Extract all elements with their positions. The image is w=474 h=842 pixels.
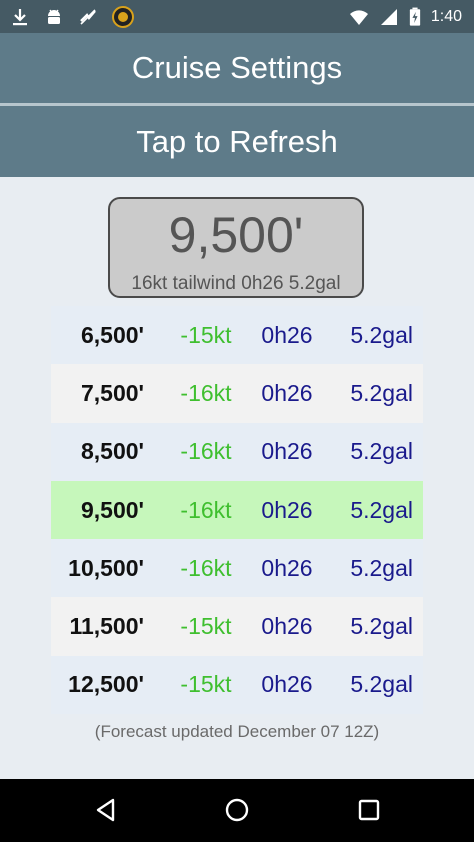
signal-icon	[380, 9, 397, 25]
time-cell: 0h26	[261, 438, 313, 465]
fuel-cell: 5.2gal	[350, 613, 413, 640]
table-row[interactable]: 6,500' -15kt 0h26 5.2gal	[51, 306, 423, 365]
altitude-cell: 12,500'	[68, 671, 144, 698]
altitude-cell: 8,500'	[80, 438, 144, 465]
altitude-cell: 9,500'	[80, 496, 144, 523]
table-row[interactable]: 12,500' -15kt 0h26 5.2gal	[51, 655, 423, 715]
recents-icon[interactable]	[356, 797, 382, 823]
wind-cell: -16kt	[180, 496, 232, 523]
status-bar: 1:40	[0, 0, 474, 33]
selected-altitude: 9,500'	[168, 207, 304, 263]
table-row[interactable]: 11,500' -15kt 0h26 5.2gal	[51, 597, 423, 656]
altitude-cell: 7,500'	[80, 379, 144, 406]
wind-cell: -15kt	[180, 321, 232, 348]
table-row[interactable]: 7,500' -16kt 0h26 5.2gal	[51, 364, 423, 423]
time-cell: 0h26	[261, 496, 313, 523]
wifi-icon	[349, 10, 368, 25]
fuel-cell: 5.2gal	[350, 321, 413, 348]
home-icon[interactable]	[224, 797, 250, 823]
back-icon[interactable]	[93, 797, 119, 823]
navigation-bar	[0, 779, 474, 842]
wind-cell: -16kt	[180, 554, 232, 581]
android-icon	[48, 9, 60, 24]
wind-cell: -15kt	[180, 671, 232, 698]
fuel-cell: 5.2gal	[350, 496, 413, 523]
table-row[interactable]: 8,500' -16kt 0h26 5.2gal	[51, 422, 423, 481]
battery-icon	[409, 7, 421, 26]
no-sync-icon	[80, 9, 96, 25]
altitude-table: 6,500' -15kt 0h26 5.2gal 7,500' -16kt 0h…	[51, 306, 423, 715]
table-row[interactable]: 10,500' -16kt 0h26 5.2gal	[51, 539, 423, 598]
altitude-cell: 10,500'	[68, 554, 144, 581]
wind-cell: -15kt	[180, 613, 232, 640]
forecast-update-note: (Forecast updated December 07 12Z)	[94, 722, 380, 741]
wind-cell: -16kt	[180, 438, 232, 465]
time-cell: 0h26	[261, 671, 313, 698]
download-icon	[13, 9, 27, 26]
fuel-cell: 5.2gal	[350, 379, 413, 406]
wind-cell: -16kt	[180, 379, 232, 406]
time-cell: 0h26	[261, 321, 313, 348]
time-cell: 0h26	[261, 613, 313, 640]
time-cell: 0h26	[261, 379, 313, 406]
clock: 1:40	[430, 8, 462, 25]
altitude-cell: 6,500'	[80, 321, 144, 348]
fuel-cell: 5.2gal	[350, 671, 413, 698]
page-title: Cruise Settings	[0, 33, 474, 103]
altitude-cell: 11,500'	[69, 613, 144, 640]
table-row-selected[interactable]: 9,500' -16kt 0h26 5.2gal	[51, 480, 423, 540]
refresh-button[interactable]: Tap to Refresh	[0, 106, 474, 177]
fuel-cell: 5.2gal	[350, 554, 413, 581]
app-badge-icon	[112, 6, 134, 28]
selected-detail: 16kt tailwind 0h26 5.2gal	[131, 273, 341, 294]
selected-altitude-card: 9,500' 16kt tailwind 0h26 5.2gal	[108, 197, 364, 298]
time-cell: 0h26	[261, 554, 313, 581]
fuel-cell: 5.2gal	[350, 438, 413, 465]
